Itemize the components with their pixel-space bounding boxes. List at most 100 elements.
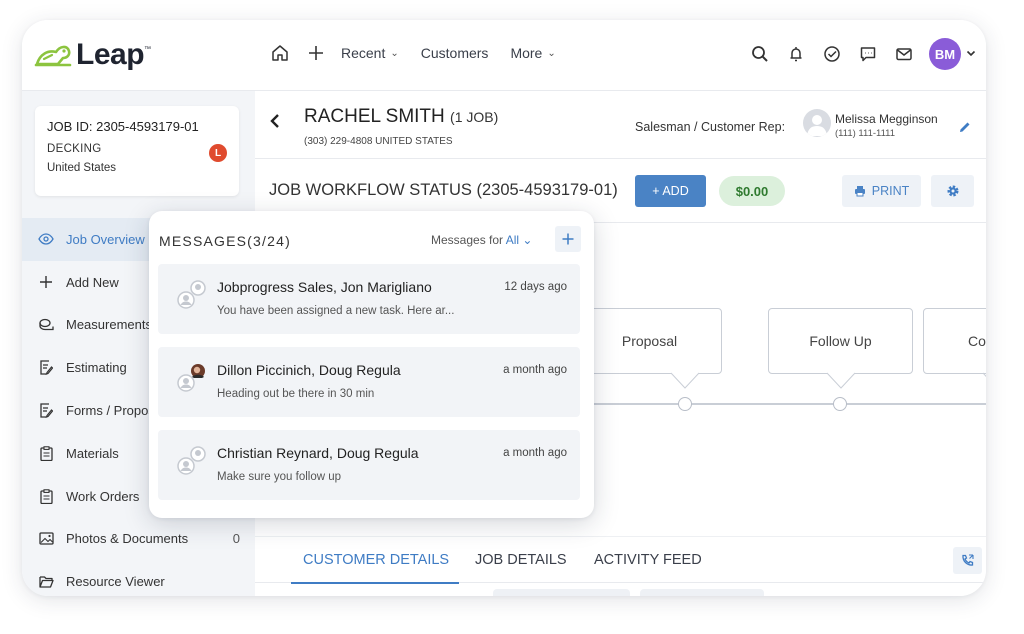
chevron-down-icon: ⌄ [390, 47, 399, 59]
clipboard-icon [38, 488, 54, 504]
tab-activity-feed[interactable]: ACTIVITY FEED [594, 552, 702, 568]
customer-header: RACHEL SMITH (1 JOB) (303) 229-4808 UNIT… [255, 91, 986, 159]
message-preview: You have been assigned a new task. Here … [217, 305, 455, 317]
folder-icon [38, 574, 54, 590]
edit-pencil-icon[interactable] [959, 120, 971, 138]
messages-title: MESSAGES(3/24) [159, 233, 291, 249]
nav-actions: BM [735, 38, 976, 70]
chevron-down-icon[interactable] [966, 45, 976, 63]
content-placeholder [640, 589, 764, 596]
message-item[interactable]: Jobprogress Sales, Jon Marigliano 12 day… [158, 264, 580, 334]
back-arrow-icon[interactable] [269, 113, 281, 134]
nav-more[interactable]: More ⌄ [510, 45, 555, 61]
chat-icon[interactable] [857, 43, 879, 65]
stage-follow-up[interactable]: Follow Up [768, 308, 913, 374]
job-id: JOB ID: 2305-4593179-01 [47, 119, 199, 134]
message-item[interactable]: Dillon Piccinich, Doug Regula a month ag… [158, 347, 580, 417]
frog-logo-icon [34, 45, 72, 67]
phone-icon [962, 554, 974, 566]
rep-avatar [803, 109, 831, 137]
eye-icon [38, 231, 54, 247]
search-icon[interactable] [749, 43, 771, 65]
mail-icon[interactable] [893, 43, 915, 65]
sidebar-item-label: Job Overview [66, 231, 145, 247]
message-time: a month ago [503, 447, 567, 459]
measure-icon [38, 317, 54, 333]
sidebar-item-label: Add New [66, 274, 119, 290]
message-time: 12 days ago [504, 281, 567, 293]
top-navbar: Leap ™ Recent ⌄ Customers More ⌄ BM [22, 20, 986, 91]
leap-logo[interactable]: Leap ™ [34, 38, 151, 72]
sidebar-item-label: Resource Viewer [66, 574, 165, 590]
timeline-dot [833, 397, 847, 411]
new-message-button[interactable] [555, 226, 581, 252]
sidebar-item-label: Measurements [66, 317, 152, 333]
document-edit-icon [38, 403, 54, 419]
workflow-title: JOB WORKFLOW STATUS (2305-4593179-01) [269, 181, 618, 199]
plus-icon [562, 233, 574, 245]
nav-more-label: More [510, 45, 543, 61]
printer-icon [854, 186, 865, 197]
amount-badge[interactable]: $0.00 [719, 176, 785, 206]
sidebar-item-resource-viewer[interactable]: Resource Viewer [22, 560, 255, 596]
content-placeholder [493, 589, 630, 596]
sidebar-item-photos-documents[interactable]: Photos & Documents 0 [22, 518, 255, 561]
add-button[interactable]: + ADD [635, 175, 706, 207]
messages-popup: MESSAGES(3/24) Messages for All ⌄ Jobpro… [149, 211, 594, 518]
nav-customers-label: Customers [420, 45, 489, 61]
clipboard-icon [38, 445, 54, 461]
message-time: a month ago [503, 364, 567, 376]
tab-customer-details[interactable]: CUSTOMER DETAILS [303, 552, 449, 568]
rep-name: Melissa Megginson [835, 112, 938, 126]
job-info-card: JOB ID: 2305-4593179-01 DECKING United S… [35, 106, 239, 196]
status-badge: L [209, 144, 227, 162]
chevron-down-icon: ⌄ [519, 233, 533, 247]
document-edit-icon [38, 360, 54, 376]
messages-filter-label: Messages for [431, 233, 506, 247]
chevron-down-icon: ⌄ [547, 47, 556, 59]
tab-job-details[interactable]: JOB DETAILS [475, 552, 567, 568]
print-label: PRINT [871, 184, 910, 198]
active-tab-indicator [291, 582, 459, 584]
job-trade: DECKING [47, 143, 102, 155]
message-item[interactable]: Christian Reynard, Doug Regula a month a… [158, 430, 580, 500]
logo-trademark: ™ [144, 45, 152, 53]
stage-contract[interactable]: Cont [923, 308, 986, 374]
message-preview: Make sure you follow up [217, 471, 342, 483]
nav-recent[interactable]: Recent ⌄ [341, 45, 399, 61]
call-button[interactable] [953, 547, 982, 574]
stage-proposal[interactable]: Proposal [577, 308, 722, 374]
job-country: United States [47, 162, 117, 174]
messages-filter[interactable]: Messages for All ⌄ [431, 233, 532, 247]
rep-phone: (111) 111-1111 [835, 128, 896, 139]
item-count: 0 [232, 531, 240, 547]
message-preview: Heading out be there in 30 min [217, 388, 375, 400]
task-check-icon[interactable] [821, 43, 843, 65]
rep-label: Salesman / Customer Rep: [635, 120, 786, 134]
sidebar-item-label: Estimating [66, 360, 127, 376]
stage-label: Proposal [621, 333, 678, 349]
gear-icon [947, 185, 958, 197]
nav-customers[interactable]: Customers [421, 45, 489, 61]
sidebar-item-label: Photos & Documents [66, 531, 189, 547]
logo-text: Leap [76, 38, 145, 71]
message-participants: Christian Reynard, Doug Regula [217, 445, 419, 461]
home-icon[interactable] [269, 42, 291, 64]
print-button[interactable]: PRINT [842, 175, 921, 207]
nav-recent-label: Recent [341, 45, 386, 61]
timeline-dot [678, 397, 692, 411]
customer-job-count: (1 JOB) [450, 109, 499, 125]
message-participants: Dillon Piccinich, Doug Regula [217, 362, 401, 378]
image-icon [38, 531, 54, 547]
main-nav: Recent ⌄ Customers More ⌄ [269, 42, 578, 64]
settings-button[interactable] [931, 175, 974, 207]
customer-phone: (303) 229-4808 UNITED STATES [304, 136, 453, 147]
customer-name[interactable]: RACHEL SMITH (1 JOB) [304, 106, 498, 128]
message-participants: Jobprogress Sales, Jon Marigliano [217, 279, 432, 295]
bell-icon[interactable] [785, 43, 807, 65]
user-avatar[interactable]: BM [929, 38, 961, 70]
sidebar-item-label: Materials [66, 445, 119, 461]
plus-icon [38, 274, 54, 290]
add-icon[interactable] [305, 42, 327, 64]
stage-label: Cont [968, 333, 986, 349]
